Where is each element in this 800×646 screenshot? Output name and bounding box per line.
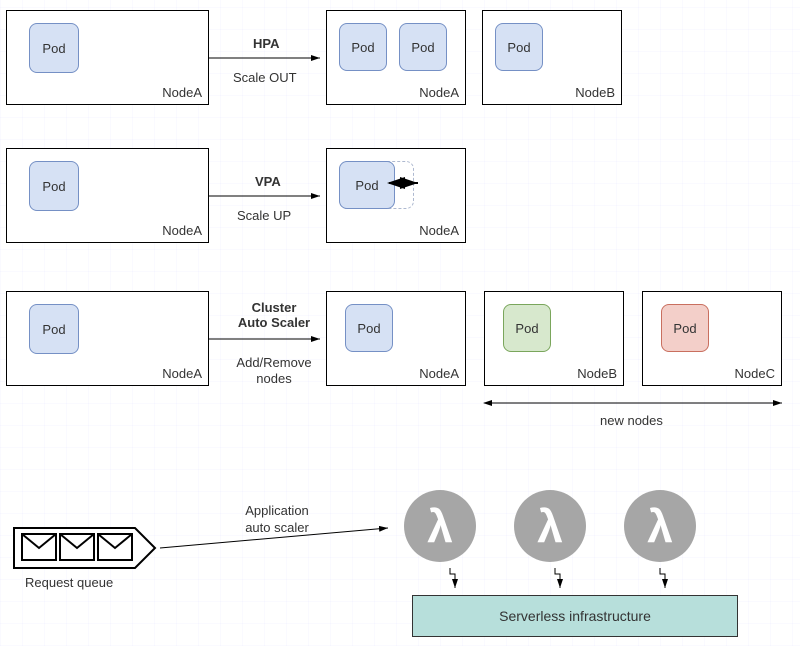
lambda-icon: λ — [404, 490, 476, 562]
pod-label: Pod — [357, 321, 380, 336]
node-label: NodeA — [162, 366, 202, 381]
lambda-to-infra-arrow — [555, 568, 560, 588]
pod-label: Pod — [515, 321, 538, 336]
vpa-source-node: Pod NodeA — [6, 148, 209, 243]
svg-text:λ: λ — [537, 500, 563, 552]
pod-box: Pod — [399, 23, 447, 71]
node-label: NodeA — [419, 223, 459, 238]
vpa-target-node: Pod NodeA — [326, 148, 466, 243]
app-autoscaler-title: Application auto scaler — [222, 503, 332, 537]
pod-label: Pod — [42, 322, 65, 337]
pod-box: Pod — [29, 161, 79, 211]
hpa-title: HPA — [253, 36, 279, 51]
vpa-title: VPA — [255, 174, 281, 189]
vpa-subtitle: Scale UP — [237, 208, 291, 223]
request-queue-label: Request queue — [25, 575, 113, 590]
request-queue-icon — [14, 528, 155, 568]
lambda-icon: λ — [514, 490, 586, 562]
node-label: NodeB — [575, 85, 615, 100]
node-label: NodeA — [419, 85, 459, 100]
pod-box: Pod — [29, 23, 79, 73]
pod-label: Pod — [507, 40, 530, 55]
pod-label: Pod — [355, 178, 378, 193]
lambda-to-infra-arrow — [660, 568, 665, 588]
cas-title: Cluster Auto Scaler — [226, 300, 322, 330]
node-label: NodeA — [162, 223, 202, 238]
pod-box: Pod — [661, 304, 709, 352]
cas-subtitle: Add/Remove nodes — [226, 355, 322, 388]
pod-box: Pod — [345, 304, 393, 352]
serverless-infra-box: Serverless infrastructure — [412, 595, 738, 637]
pod-label: Pod — [351, 40, 374, 55]
node-label: NodeA — [162, 85, 202, 100]
pod-label: Pod — [673, 321, 696, 336]
cas-source-node: Pod NodeA — [6, 291, 209, 386]
serverless-infra-label: Serverless infrastructure — [499, 608, 651, 624]
hpa-subtitle: Scale OUT — [233, 70, 297, 85]
pod-box: Pod — [339, 23, 387, 71]
pod-label: Pod — [42, 179, 65, 194]
svg-text:λ: λ — [427, 500, 453, 552]
node-label: NodeC — [735, 366, 775, 381]
lambda-icon: λ — [624, 490, 696, 562]
svg-text:λ: λ — [647, 500, 673, 552]
cas-target-node-b: Pod NodeB — [484, 291, 624, 386]
hpa-target-node-a: Pod Pod NodeA — [326, 10, 466, 105]
lambda-to-infra-arrow — [450, 568, 455, 588]
hpa-target-node-b: Pod NodeB — [482, 10, 622, 105]
pod-box: Pod — [503, 304, 551, 352]
pod-box: Pod — [495, 23, 543, 71]
cas-target-node-a: Pod NodeA — [326, 291, 466, 386]
new-nodes-label: new nodes — [600, 413, 663, 428]
pod-box: Pod — [339, 161, 395, 209]
pod-label: Pod — [411, 40, 434, 55]
pod-label: Pod — [42, 41, 65, 56]
cas-target-node-c: Pod NodeC — [642, 291, 782, 386]
node-label: NodeB — [577, 366, 617, 381]
pod-box: Pod — [29, 304, 79, 354]
hpa-source-node: Pod NodeA — [6, 10, 209, 105]
node-label: NodeA — [419, 366, 459, 381]
